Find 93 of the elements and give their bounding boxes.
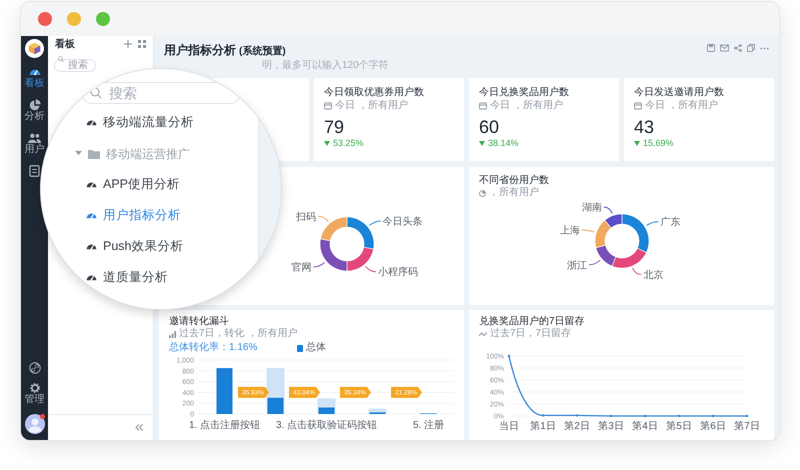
legend-label: 总体 (306, 342, 326, 354)
data-point (712, 414, 714, 418)
metric-value: 43 (634, 117, 656, 137)
save-icon[interactable] (707, 44, 715, 52)
data-point (508, 354, 510, 358)
disclosure-triangle-icon (75, 150, 82, 157)
chart-title: 兑换奖品用户的7日留存 (479, 316, 586, 328)
axis-label: 第5日 (666, 421, 692, 432)
calendar-icon (479, 102, 487, 110)
panel-title: 看板 (55, 38, 75, 52)
donut-label: 浙江 (567, 260, 601, 272)
document-icon (29, 165, 40, 177)
data-point (746, 414, 748, 418)
axis-label: 3. 点击获取验证码按钮 (276, 420, 378, 431)
axis-label: 第7日 (734, 421, 760, 432)
data-point (576, 414, 578, 417)
mail-icon[interactable] (720, 44, 729, 52)
search-icon (90, 87, 102, 99)
axis-label: 5. 注册 (412, 420, 444, 431)
settings-icon (28, 382, 40, 394)
donut-label: 今日头条 (368, 216, 423, 228)
donut-label: 上海 (560, 225, 595, 236)
calendar-icon (324, 102, 332, 110)
metric-change: 38.14% (488, 137, 519, 150)
metric-change: 15.69% (643, 137, 674, 150)
axis-label: 第4日 (632, 421, 658, 432)
pie-chart-icon (479, 190, 486, 196)
axis-label: 第6日 (700, 421, 726, 432)
sidebar-item[interactable]: 用户 (24, 132, 44, 156)
axis-label: 第2日 (564, 421, 590, 432)
close-button[interactable] (38, 12, 52, 26)
donut-label: 北京 (632, 268, 664, 281)
data-point (678, 414, 680, 418)
metric-change: 53.25% (333, 137, 364, 150)
settings-item[interactable]: 管理 (24, 382, 44, 406)
share-icon[interactable] (734, 44, 742, 52)
donut-label: 湖南 (582, 202, 613, 214)
line-chart-icon (479, 332, 487, 336)
axis-label: 当日 (499, 421, 519, 432)
grid-icon[interactable] (138, 40, 146, 48)
donut-label: 官网 (291, 262, 326, 274)
more-icon[interactable] (760, 46, 769, 50)
dashboard-list-item[interactable]: 用户指标分析 (71, 200, 258, 231)
dashboard-list-item[interactable]: APP使用分析 (71, 169, 258, 200)
dashboard-list-item[interactable]: 移动端流量分析 (71, 107, 258, 138)
app-logo[interactable] (25, 39, 44, 58)
metric-subtitle: 今日 ，所有用户 (645, 100, 718, 112)
avatar-icon[interactable] (24, 414, 44, 434)
collapse-icon[interactable] (135, 424, 143, 431)
users-icon (28, 132, 41, 144)
search-field[interactable]: 搜索 (54, 59, 96, 72)
chart-bar (216, 368, 232, 414)
metric-subtitle: 今日 ，所有用户 (490, 100, 563, 112)
dashboard-list-item[interactable]: 道质量分析 (71, 262, 258, 293)
copy-icon[interactable] (747, 44, 755, 52)
chart-title: 不同省份用户数 (479, 175, 550, 186)
chart-title: 邀请转化漏斗 (169, 316, 230, 328)
pie-chart-icon (28, 99, 40, 111)
add-icon[interactable] (124, 40, 132, 48)
folder-icon (88, 148, 100, 158)
chart-subtitle: ，所有用户 (489, 187, 539, 199)
axis-label: 第1日 (530, 421, 556, 432)
dashboard-list-item[interactable]: Push效果分析 (71, 231, 258, 262)
data-point (644, 414, 646, 418)
bar-chart-icon (169, 330, 176, 338)
data-point (542, 414, 544, 417)
metric-subtitle: 今日 ，所有用户 (335, 100, 408, 112)
dashboard-title: 用户指标分析 (164, 42, 236, 59)
metric-title: 今日领取优惠券用户数 (324, 87, 425, 99)
minimize-button[interactable] (67, 12, 81, 26)
sidebar-item[interactable]: 看板 (24, 66, 44, 90)
link-icon[interactable] (28, 362, 40, 374)
dashboard-description: 明，最多可以输入120个字符 (262, 59, 389, 72)
preset-label: (系统预置) (239, 44, 286, 59)
sidebar-item[interactable]: 分析 (24, 99, 44, 123)
search-field[interactable]: 搜索 (81, 82, 241, 104)
donut-label: 广东 (646, 217, 680, 228)
metric-value: 79 (324, 117, 346, 137)
overall-conversion-rate: 总体转化率：1.16% (169, 342, 258, 354)
axis-label: 1. 点击注册按钮 (188, 420, 260, 431)
legend-swatch (297, 344, 303, 352)
search-icon (58, 56, 64, 62)
donut-label: 小程序码 (365, 266, 418, 278)
zoom-button[interactable] (96, 12, 110, 26)
metric-title: 今日兑换奖品用户数 (479, 87, 570, 99)
donut-label: 扫码 (296, 212, 329, 223)
chart-subtitle: 过去7日，转化 ，所有用户 (179, 328, 298, 340)
metric-value: 60 (479, 117, 500, 137)
data-point (610, 414, 612, 418)
metric-title: 今日发送邀请用户数 (634, 87, 725, 99)
chart-subtitle: 过去7日，7日留存 (490, 328, 572, 340)
axis-label: 第3日 (598, 421, 624, 432)
calendar-icon (634, 102, 642, 110)
